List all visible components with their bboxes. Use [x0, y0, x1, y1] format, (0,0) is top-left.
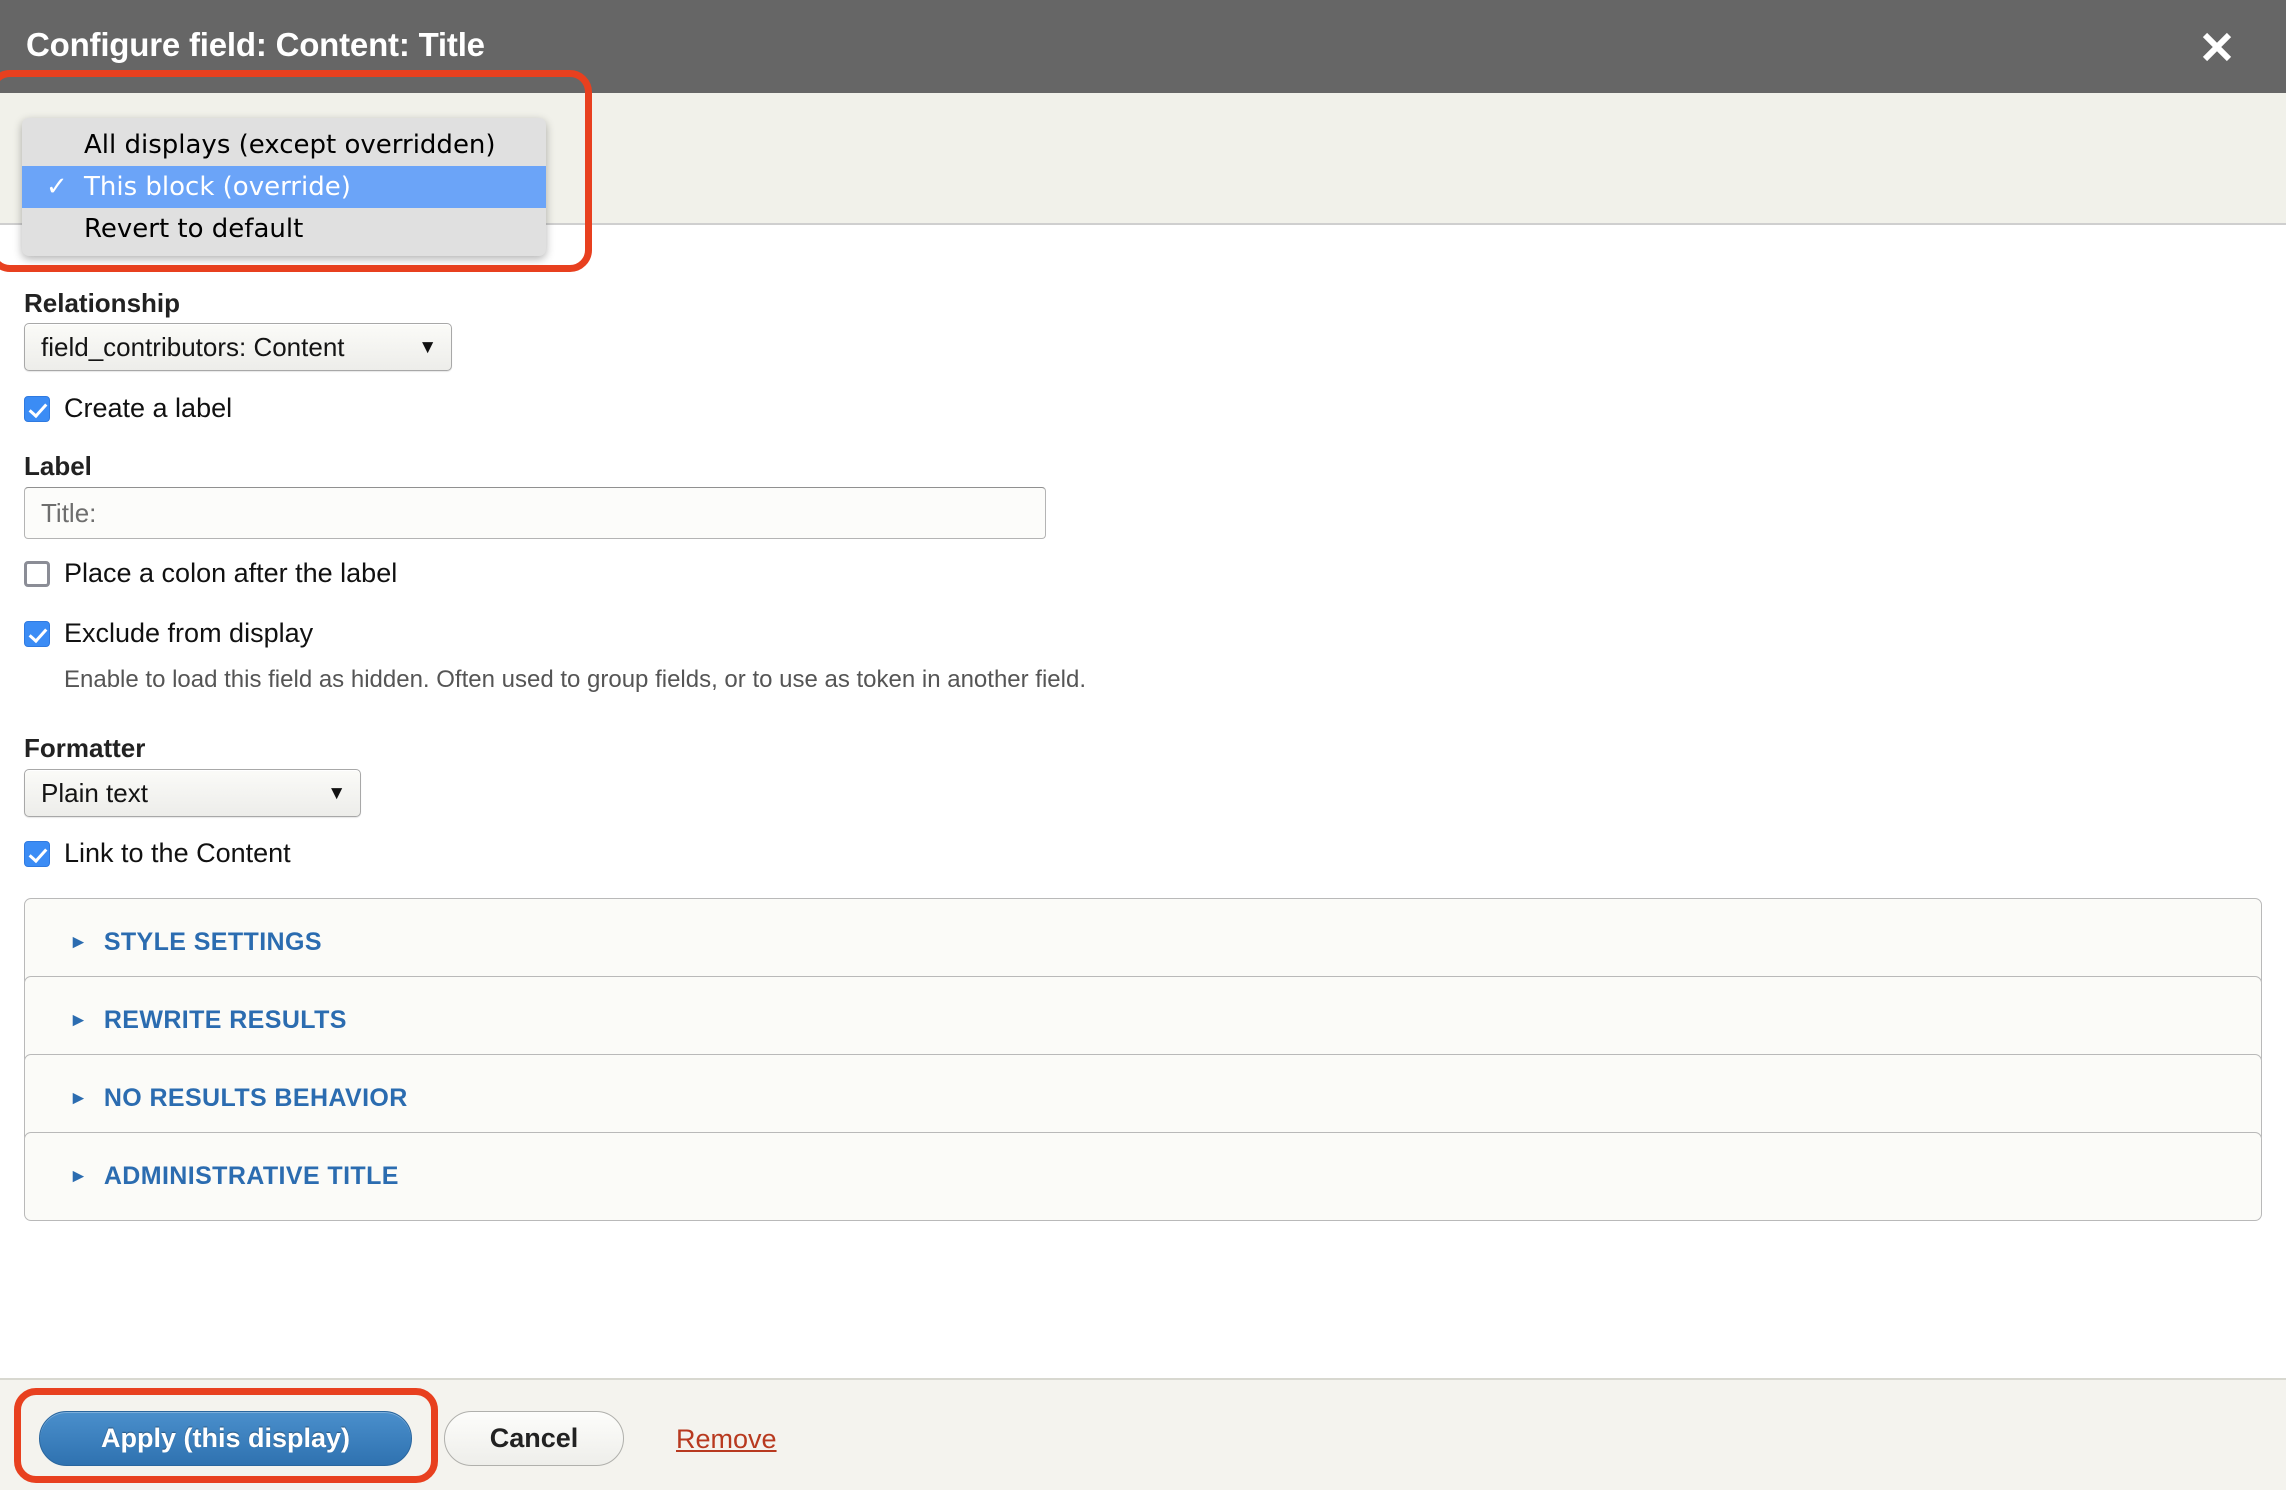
formatter-select-value: Plain text: [41, 777, 148, 808]
link-to-the-content-text: Link to the Content: [64, 838, 291, 868]
panel-rewrite-results[interactable]: ► REWRITE RESULTS: [24, 976, 2262, 1065]
relationship-label: Relationship: [24, 288, 181, 318]
exclude-from-display-text: Exclude from display: [64, 618, 314, 648]
dropdown-option-label: All displays (except overridden): [84, 130, 496, 160]
label-input[interactable]: [24, 487, 1046, 539]
modal-header: Configure field: Content: Title: [0, 0, 2286, 93]
remove-link[interactable]: Remove: [676, 1424, 777, 1455]
relationship-select[interactable]: field_contributors: Content ▼: [24, 323, 452, 371]
close-icon[interactable]: [2196, 26, 2238, 68]
exclude-from-display-checkbox-row[interactable]: Exclude from display: [24, 618, 313, 649]
formatter-select[interactable]: Plain text ▼: [24, 769, 361, 817]
chevron-right-icon: ►: [69, 1166, 88, 1187]
formatter-label: Formatter: [24, 733, 146, 763]
create-a-label-checkbox-row[interactable]: Create a label: [24, 393, 232, 424]
panel-no-results-behavior[interactable]: ► NO RESULTS BEHAVIOR: [24, 1054, 2262, 1143]
exclude-from-display-checkbox[interactable]: [24, 620, 50, 647]
place-a-colon-checkbox-row[interactable]: Place a colon after the label: [24, 558, 397, 589]
link-to-the-content-checkbox[interactable]: [24, 840, 50, 867]
panel-title-no-results-behavior: NO RESULTS BEHAVIOR: [103, 1084, 408, 1112]
chevron-down-icon: ▼: [327, 782, 346, 804]
panel-administrative-title[interactable]: ► ADMINISTRATIVE TITLE: [24, 1132, 2262, 1221]
chevron-right-icon: ►: [69, 1088, 88, 1109]
checkmark-icon: ✓: [46, 172, 68, 202]
panel-title-rewrite-results: REWRITE RESULTS: [103, 1006, 347, 1034]
exclude-from-display-description: Enable to load this field as hidden. Oft…: [64, 666, 1086, 693]
panel-title-administrative-title: ADMINISTRATIVE TITLE: [103, 1162, 399, 1190]
modal-body: Relationship field_contributors: Content…: [0, 225, 2286, 1378]
chevron-down-icon: ▼: [418, 336, 437, 358]
panel-style-settings[interactable]: ► STYLE SETTINGS: [24, 898, 2262, 987]
dropdown-option-revert-to-default[interactable]: Revert to default: [22, 208, 546, 250]
relationship-select-value: field_contributors: Content: [41, 331, 345, 362]
apply-this-display-button[interactable]: Apply (this display): [39, 1411, 412, 1466]
create-a-label-checkbox[interactable]: [24, 395, 50, 422]
dropdown-option-label: This block (override): [84, 172, 351, 202]
chevron-right-icon: ►: [69, 932, 88, 953]
label-field-label: Label: [24, 451, 92, 481]
dropdown-option-this-block[interactable]: ✓ This block (override): [22, 166, 546, 208]
place-a-colon-checkbox[interactable]: [24, 560, 50, 587]
display-scope-dropdown-menu[interactable]: All displays (except overridden) ✓ This …: [22, 118, 546, 256]
chevron-right-icon: ►: [69, 1010, 88, 1031]
create-a-label-text: Create a label: [64, 393, 233, 423]
panel-title-style-settings: STYLE SETTINGS: [103, 928, 322, 956]
link-to-the-content-checkbox-row[interactable]: Link to the Content: [24, 838, 291, 869]
page-title: Configure field: Content: Title: [26, 26, 485, 63]
dropdown-option-label: Revert to default: [84, 214, 304, 244]
place-a-colon-text: Place a colon after the label: [64, 558, 398, 588]
dropdown-option-all-displays[interactable]: All displays (except overridden): [22, 124, 546, 166]
cancel-button[interactable]: Cancel: [444, 1411, 624, 1466]
